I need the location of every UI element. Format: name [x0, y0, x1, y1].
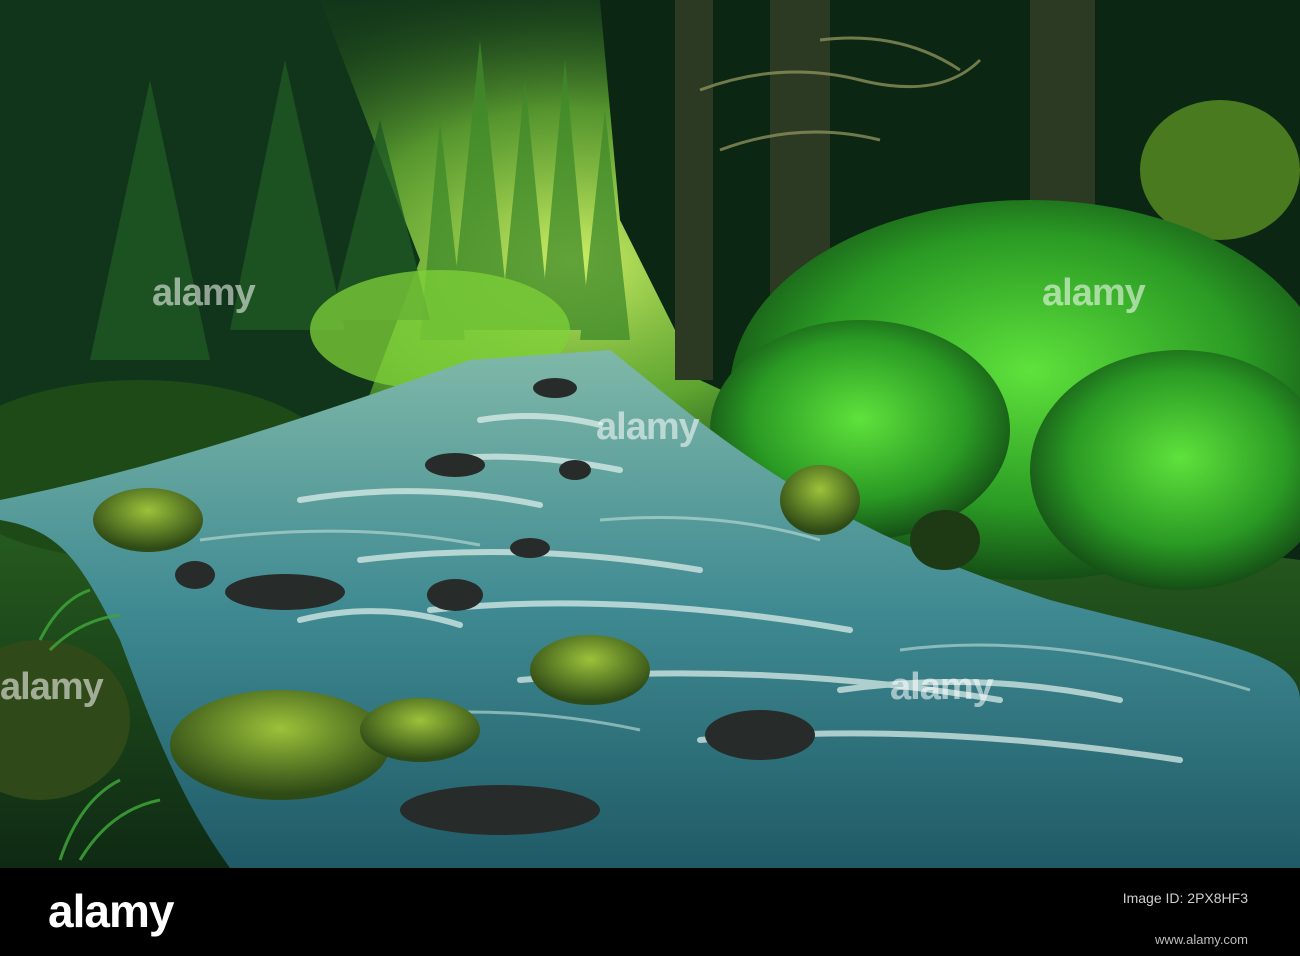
image-id-label: Image ID: 2PX8HF3: [1122, 890, 1248, 906]
alamy-url: www.alamy.com: [1155, 932, 1248, 947]
forest-river-illustration: [0, 0, 1300, 868]
image-id-block: Image ID: 2PX8HF3: [1123, 890, 1248, 906]
stock-footer: alamy Image ID: 2PX8HF3 www.alamy.com: [0, 868, 1300, 956]
alamy-logo-text: alamy: [48, 885, 174, 937]
stock-photo-page: alamy alamy alamy alamy alamy alamy Imag…: [0, 0, 1300, 956]
alamy-logo: alamy: [48, 884, 174, 938]
forest-river-photo: alamy alamy alamy alamy alamy: [0, 0, 1300, 868]
